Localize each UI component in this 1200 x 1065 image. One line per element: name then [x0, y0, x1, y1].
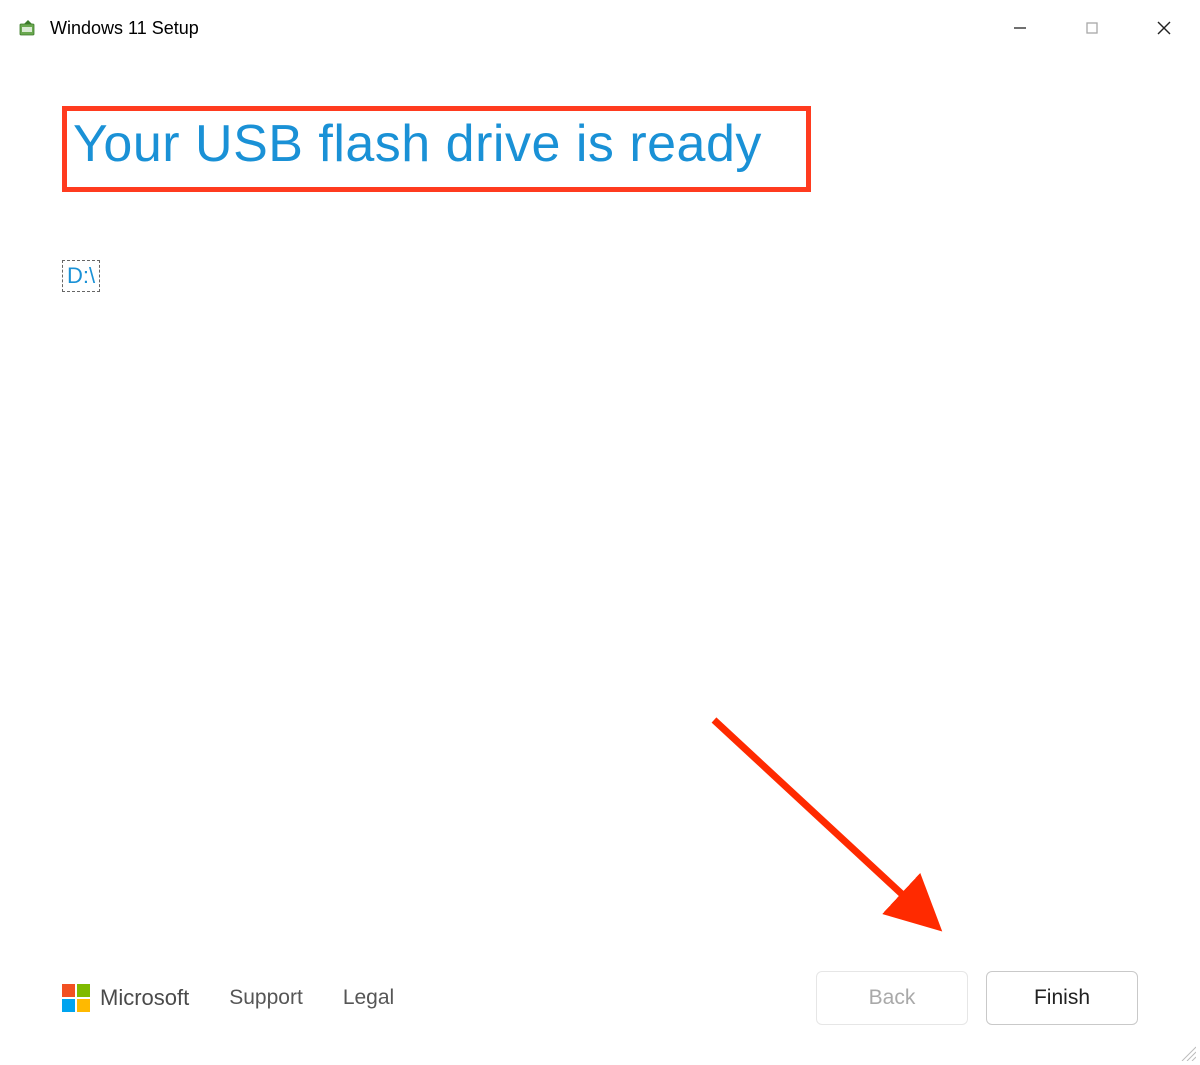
legal-link[interactable]: Legal	[343, 986, 394, 1010]
support-link[interactable]: Support	[229, 986, 303, 1010]
microsoft-label: Microsoft	[100, 985, 189, 1011]
drive-letter-link[interactable]: D:\	[62, 260, 100, 292]
page-heading: Your USB flash drive is ready	[73, 113, 762, 175]
heading-highlight-box: Your USB flash drive is ready	[62, 106, 811, 192]
maximize-button[interactable]	[1056, 8, 1128, 48]
microsoft-logo-icon	[62, 984, 90, 1012]
close-button[interactable]	[1128, 8, 1200, 48]
footer: Microsoft Support Legal Back Finish	[62, 971, 1138, 1025]
titlebar-left: Windows 11 Setup	[18, 18, 199, 39]
titlebar: Windows 11 Setup	[0, 0, 1200, 56]
footer-left: Microsoft Support Legal	[62, 984, 394, 1012]
footer-right: Back Finish	[816, 971, 1138, 1025]
setup-window: Windows 11 Setup Your USB flash drive is…	[0, 0, 1200, 1065]
finish-button[interactable]: Finish	[986, 971, 1138, 1025]
back-button: Back	[816, 971, 968, 1025]
content-area: Your USB flash drive is ready D:\	[0, 56, 1200, 1065]
resize-grip-icon[interactable]	[1178, 1043, 1196, 1061]
minimize-button[interactable]	[984, 8, 1056, 48]
microsoft-brand: Microsoft	[62, 984, 189, 1012]
app-icon	[18, 18, 38, 38]
window-title: Windows 11 Setup	[50, 18, 199, 39]
window-controls	[984, 0, 1200, 56]
